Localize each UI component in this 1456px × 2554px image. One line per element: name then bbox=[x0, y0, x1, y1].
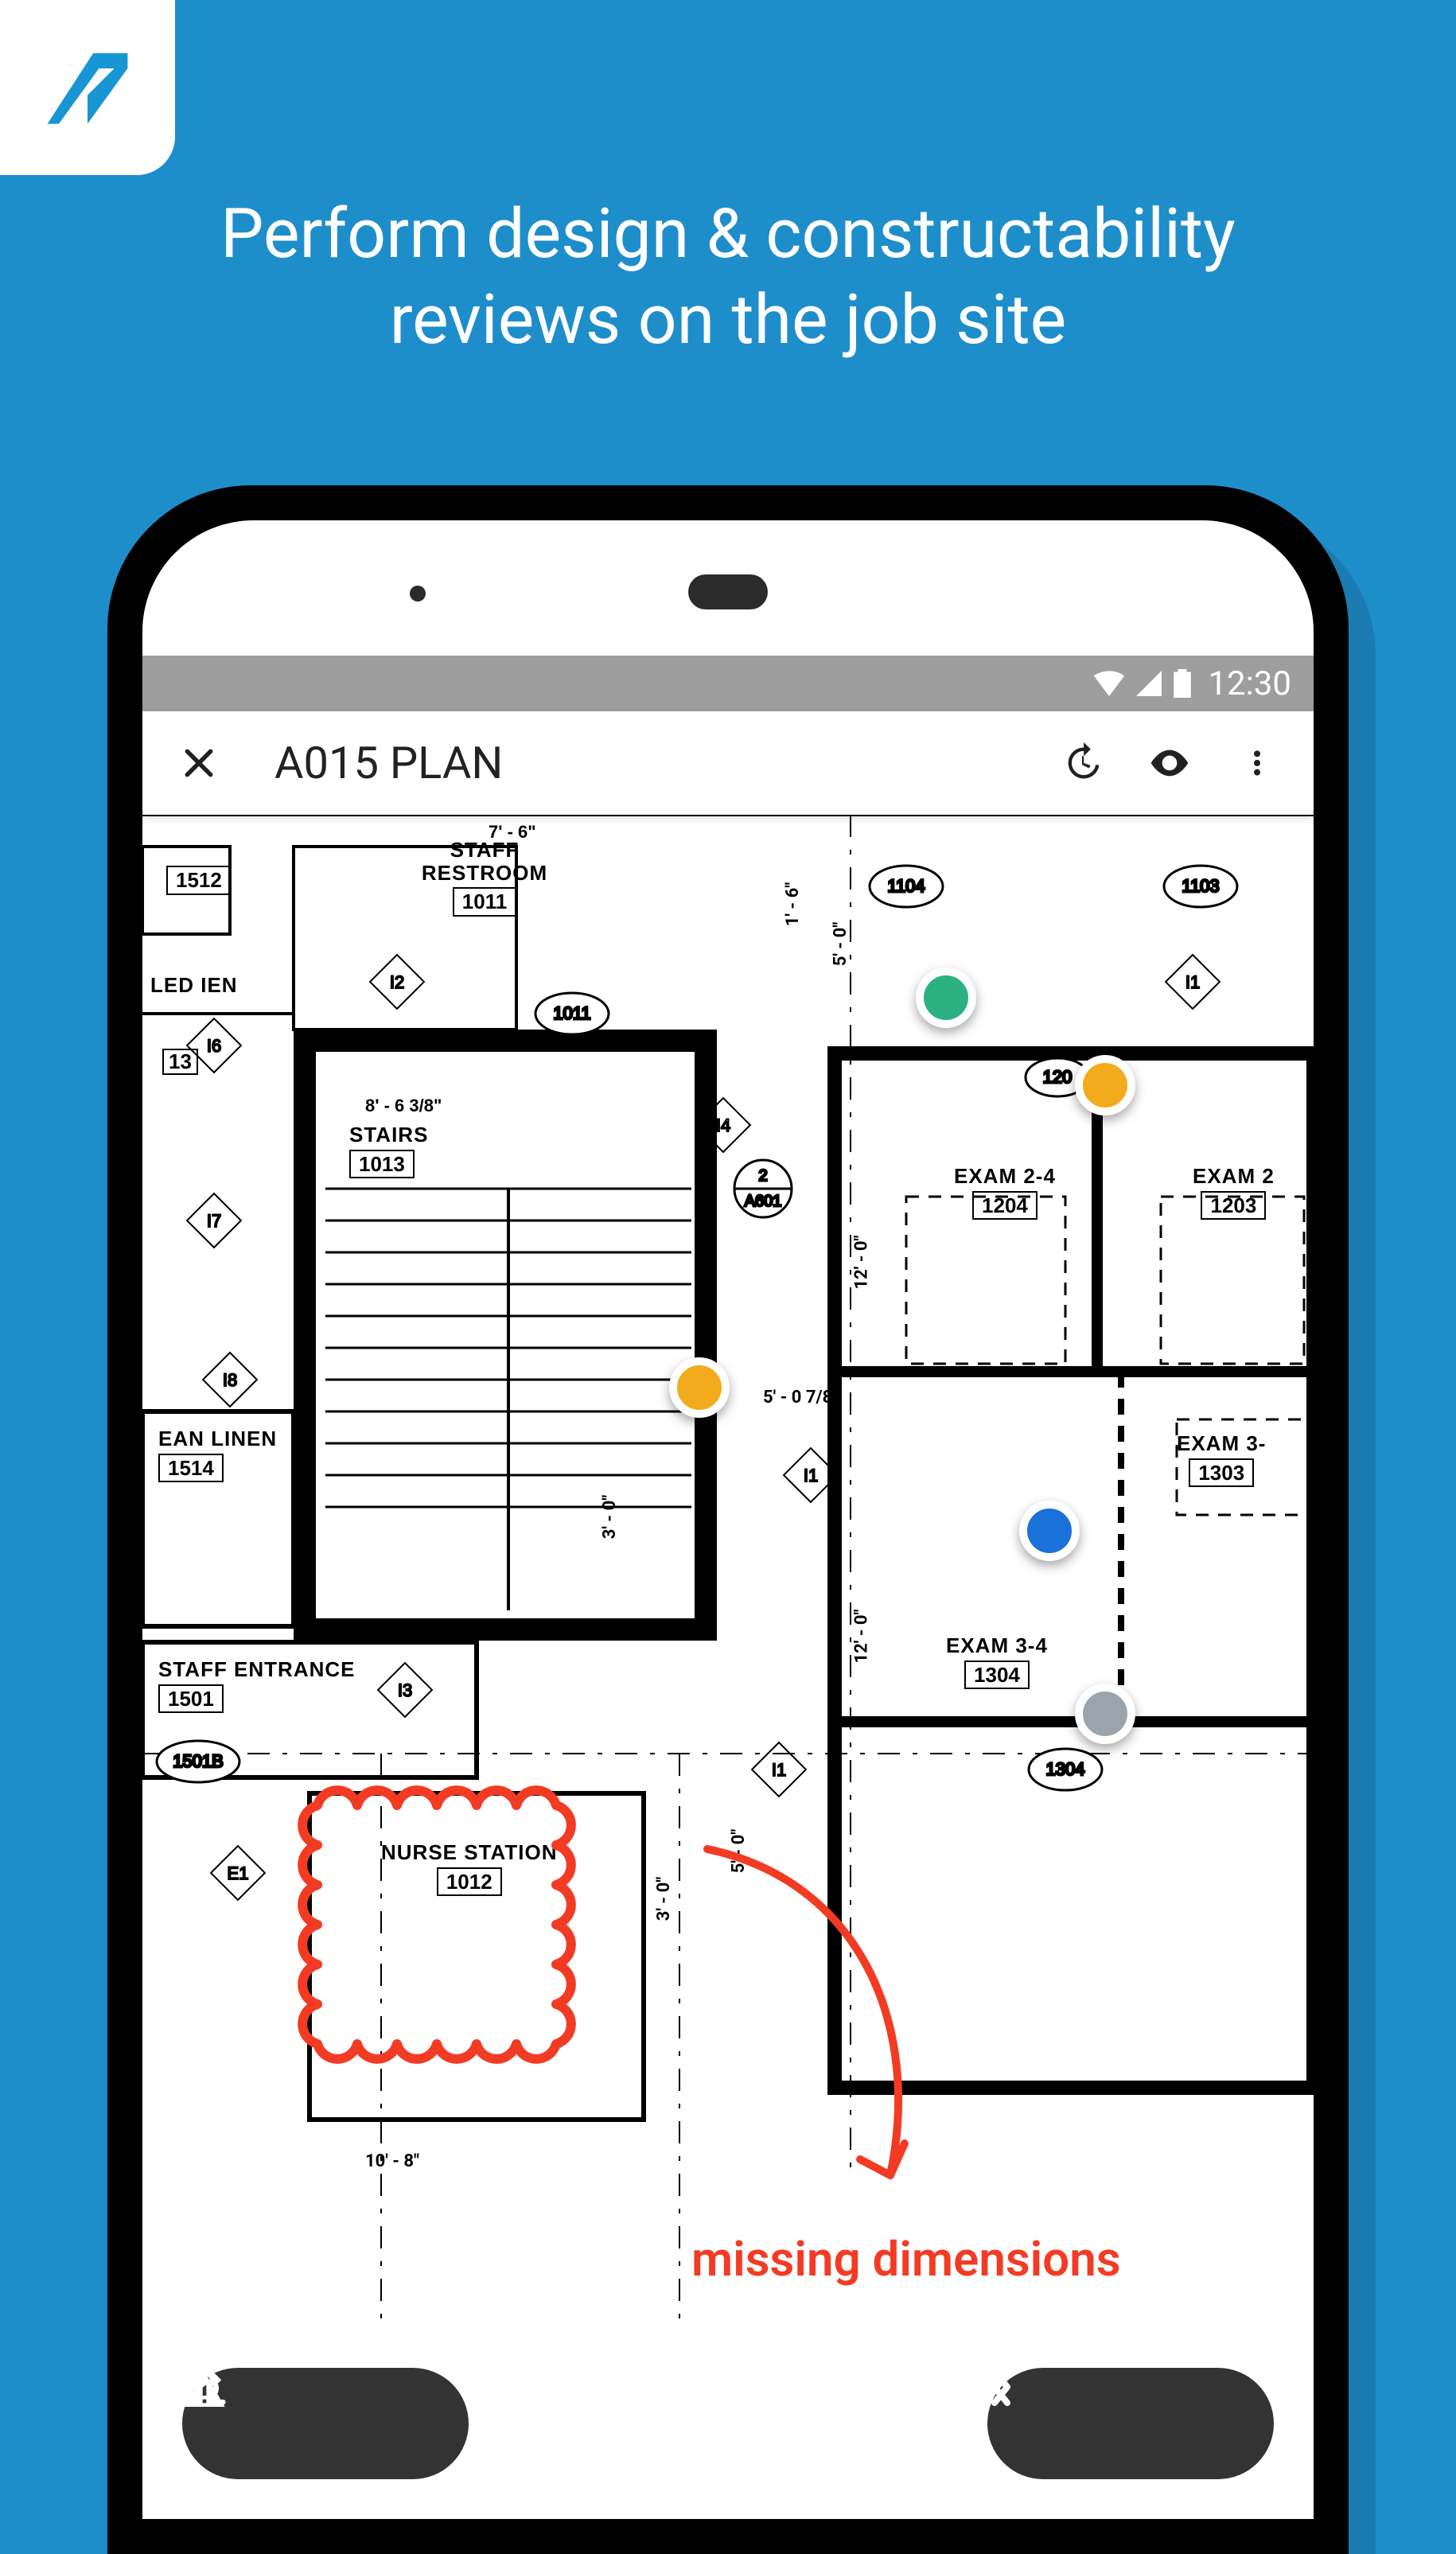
status-bar: 12:30 bbox=[142, 656, 1314, 711]
svg-text:I6: I6 bbox=[207, 1036, 221, 1056]
dim-12-0b: 12' - 0" bbox=[852, 1609, 872, 1663]
room-nurse-station: NURSE STATION 1012 bbox=[381, 1841, 557, 1896]
issue-pin-gray[interactable] bbox=[1075, 1684, 1135, 1744]
dim-7-6: 7' - 6" bbox=[489, 823, 536, 842]
close-button[interactable] bbox=[171, 735, 227, 791]
svg-text:I7: I7 bbox=[207, 1211, 221, 1231]
room-exam24: EXAM 2-4 1204 bbox=[954, 1165, 1056, 1220]
more-button[interactable] bbox=[1229, 735, 1285, 791]
app-bar: A015 PLAN bbox=[142, 711, 1314, 815]
dim-10-8: 10' - 8" bbox=[365, 2151, 419, 2171]
dim-12-0a: 12' - 0" bbox=[852, 1235, 872, 1289]
dim-5-0: 5' - 0" bbox=[831, 922, 851, 966]
svg-text:120: 120 bbox=[1043, 1067, 1073, 1087]
phone-sensor bbox=[410, 586, 426, 602]
phone-speaker bbox=[688, 574, 768, 609]
svg-text:E1: E1 bbox=[228, 1863, 249, 1883]
svg-text:1011: 1011 bbox=[553, 1003, 590, 1023]
room-exam3: EXAM 3- 1303 bbox=[1177, 1432, 1266, 1487]
svg-text:1104: 1104 bbox=[887, 876, 925, 896]
battery-icon bbox=[1173, 669, 1192, 698]
autodesk-logo-icon bbox=[40, 40, 135, 135]
tools-pill bbox=[182, 2368, 469, 2479]
room-exam2: EXAM 2 1203 bbox=[1193, 1165, 1275, 1220]
hero-line-1: Perform design & constructability bbox=[80, 191, 1376, 277]
visibility-button[interactable] bbox=[1142, 735, 1197, 791]
phone-screen: 12:30 A015 PLAN I6 bbox=[142, 520, 1314, 2519]
svg-text:I1: I1 bbox=[1185, 972, 1200, 992]
nav-pill bbox=[987, 2368, 1274, 2479]
hero-text: Perform design & constructability review… bbox=[0, 191, 1456, 362]
draw-icon bbox=[182, 2368, 230, 2409]
hero-line-2: reviews on the job site bbox=[80, 277, 1376, 363]
issue-pin-green[interactable] bbox=[916, 967, 976, 1028]
svg-text:I8: I8 bbox=[223, 1370, 237, 1390]
room-clean-linen: EAN LINEN 1514 bbox=[158, 1427, 277, 1482]
history-button[interactable] bbox=[1054, 735, 1110, 791]
svg-text:1103: 1103 bbox=[1182, 876, 1219, 896]
issue-pin-yellow-2[interactable] bbox=[669, 1357, 730, 1418]
room-13: 13 bbox=[162, 1045, 198, 1075]
dim-3-0: 3' - 0" bbox=[600, 1495, 620, 1539]
wifi-icon bbox=[1093, 671, 1125, 696]
svg-text:1501B: 1501B bbox=[173, 1751, 224, 1771]
svg-text:I1: I1 bbox=[772, 1760, 786, 1780]
page-title: A015 PLAN bbox=[274, 737, 503, 789]
more-vert-icon bbox=[1241, 744, 1273, 782]
cellular-icon bbox=[1135, 671, 1163, 696]
eye-icon bbox=[1147, 741, 1192, 785]
svg-text:2: 2 bbox=[758, 1167, 767, 1185]
svg-text:1304: 1304 bbox=[1046, 1759, 1085, 1779]
room-staff-entrance: STAFF ENTRANCE 1501 bbox=[158, 1658, 356, 1713]
dim-5-0-7-8: 5' - 0 7/8" bbox=[763, 1388, 838, 1407]
status-time: 12:30 bbox=[1208, 664, 1291, 703]
dim-3-0b: 3' - 0" bbox=[654, 1877, 674, 1921]
svg-text:I1: I1 bbox=[804, 1466, 818, 1485]
phone-frame: 12:30 A015 PLAN I6 bbox=[107, 485, 1349, 2554]
room-1512: 1512 bbox=[166, 862, 232, 895]
svg-text:I3: I3 bbox=[398, 1680, 412, 1700]
chevron-right-icon bbox=[987, 2368, 1014, 2406]
svg-text:I4: I4 bbox=[716, 1115, 730, 1135]
annotation-label: missing dimensions bbox=[691, 2231, 1121, 2287]
floorplan-canvas[interactable]: I6 I7 I8 I2 I3 I4 I1 I1 I1 E1 bbox=[142, 815, 1314, 2519]
room-exam34: EXAM 3-4 1304 bbox=[946, 1634, 1048, 1689]
history-icon bbox=[1061, 742, 1103, 784]
svg-text:I2: I2 bbox=[390, 972, 404, 992]
issue-pin-blue[interactable] bbox=[1019, 1501, 1080, 1561]
room-stairs: STAIRS 1013 bbox=[349, 1123, 428, 1178]
autodesk-logo-badge bbox=[0, 0, 175, 175]
dim-8-6: 8' - 6 3/8" bbox=[365, 1096, 442, 1115]
issue-pin-yellow-1[interactable] bbox=[1075, 1055, 1135, 1115]
dim-5-0b: 5' - 0" bbox=[729, 1829, 749, 1873]
room-led-ien: LED IEN bbox=[150, 974, 238, 997]
svg-text:A601: A601 bbox=[745, 1193, 782, 1210]
dim-1-6: 1' - 6" bbox=[783, 882, 803, 926]
room-staff-restroom: STAFF RESTROOM 1011 bbox=[397, 839, 572, 917]
